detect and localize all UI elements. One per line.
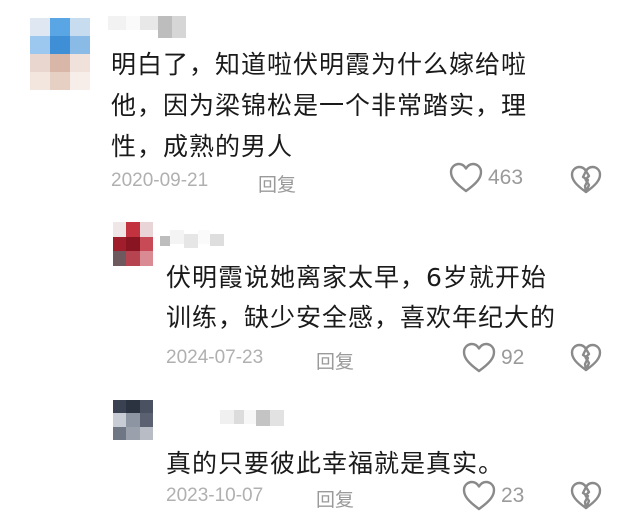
username-blurred[interactable]	[160, 230, 224, 248]
reply-button[interactable]: 回复	[316, 485, 354, 512]
comment-item: 明白了，知道啦伏明霞为什么嫁给啦 他，因为梁锦松是一个非常踏实，理 性，成熟的男…	[0, 0, 640, 200]
avatar[interactable]	[113, 400, 153, 440]
heart-outline-icon	[449, 162, 483, 193]
reply-button[interactable]: 回复	[258, 170, 296, 197]
comment-text-line: 伏明霞说她离家太早，6岁就开始	[166, 263, 547, 292]
comment-text-line: 他，因为梁锦松是一个非常踏实，理	[111, 91, 528, 120]
like-button[interactable]: 92	[462, 342, 524, 374]
like-button[interactable]: 23	[462, 480, 524, 512]
comment-text-line: 性，成熟的男人	[111, 132, 294, 161]
avatar[interactable]	[113, 222, 153, 266]
like-button[interactable]: 463	[449, 162, 523, 194]
comment-date: 2024-07-23	[166, 347, 264, 368]
comment-text: 明白了，知道啦伏明霞为什么嫁给啦 他，因为梁锦松是一个非常踏实，理 性，成熟的男…	[111, 44, 611, 167]
like-count: 23	[501, 484, 525, 507]
username-blurred[interactable]	[108, 16, 186, 38]
comment-text: 真的只要彼此幸福就是真实。	[166, 444, 636, 484]
broken-heart-icon	[570, 481, 602, 510]
comment-text-line: 真的只要彼此幸福就是真实。	[166, 449, 505, 478]
heart-outline-icon	[462, 480, 496, 511]
comment-meta: 2020-09-21 回复	[0, 169, 640, 197]
comment-text: 伏明霞说她离家太早，6岁就开始 训练，缺少安全感，喜欢年纪大的	[166, 258, 636, 338]
dislike-button[interactable]	[570, 165, 602, 195]
like-count: 92	[501, 346, 525, 369]
heart-outline-icon	[462, 342, 496, 373]
comment-meta: 2023-10-07 回复	[0, 483, 640, 512]
comment-text-line: 明白了，知道啦伏明霞为什么嫁给啦	[111, 50, 528, 79]
broken-heart-icon	[570, 343, 602, 372]
broken-heart-icon	[570, 165, 602, 194]
comment-date: 2023-10-07	[166, 485, 264, 506]
dislike-button[interactable]	[570, 481, 602, 511]
like-count: 463	[488, 166, 524, 189]
username-blurred[interactable]	[220, 410, 284, 426]
comment-meta: 2024-07-23 回复	[0, 345, 640, 374]
avatar[interactable]	[30, 18, 90, 90]
comment-date: 2020-09-21	[111, 170, 209, 191]
reply-button[interactable]: 回复	[316, 347, 354, 374]
comment-text-line: 训练，缺少安全感，喜欢年纪大的	[166, 303, 557, 332]
dislike-button[interactable]	[570, 343, 602, 373]
